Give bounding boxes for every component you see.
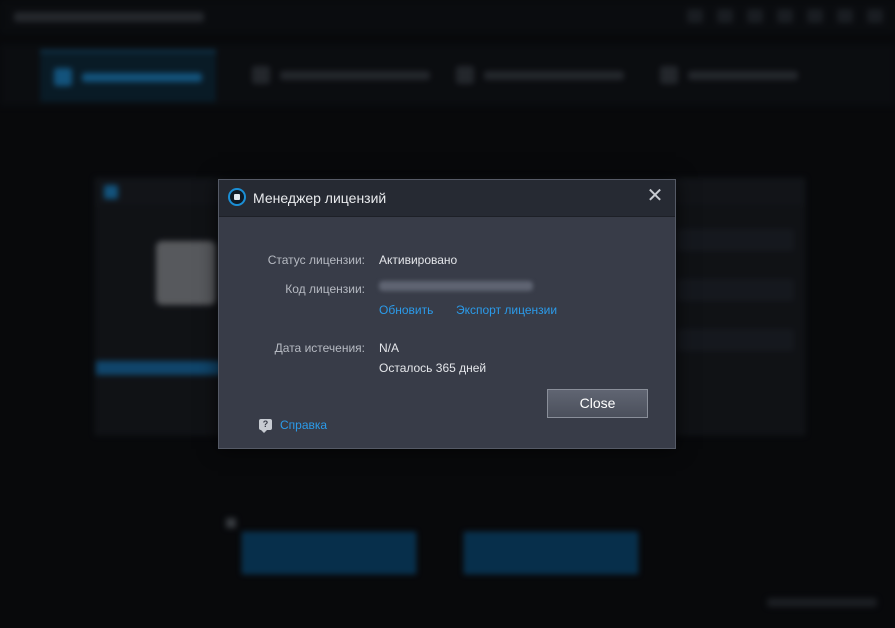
license-status-value: Активировано	[379, 253, 458, 267]
expiry-date-value: N/A	[379, 341, 400, 355]
days-remaining-text: Осталось 365 дней	[379, 361, 487, 375]
dialog-header: Менеджер лицензий ✕	[219, 180, 675, 217]
help-bubble-icon[interactable]: ?	[259, 419, 272, 433]
update-license-link[interactable]: Обновить	[379, 303, 433, 317]
dialog-title: Менеджер лицензий	[253, 190, 387, 206]
license-status-label: Статус лицензии:	[267, 253, 365, 267]
help-link[interactable]: Справка	[280, 418, 327, 432]
license-manager-dialog: Менеджер лицензий ✕ Статус лицензии: Акт…	[218, 179, 676, 449]
close-button[interactable]: Close	[547, 389, 648, 418]
expiry-date-label: Дата истечения:	[274, 341, 365, 355]
license-key-value-redacted	[379, 281, 533, 291]
license-key-label: Код лицензии:	[285, 282, 365, 296]
export-license-link[interactable]: Экспорт лицензии	[456, 303, 557, 317]
app-logo-icon	[228, 188, 246, 206]
close-icon[interactable]: ✕	[645, 186, 665, 206]
